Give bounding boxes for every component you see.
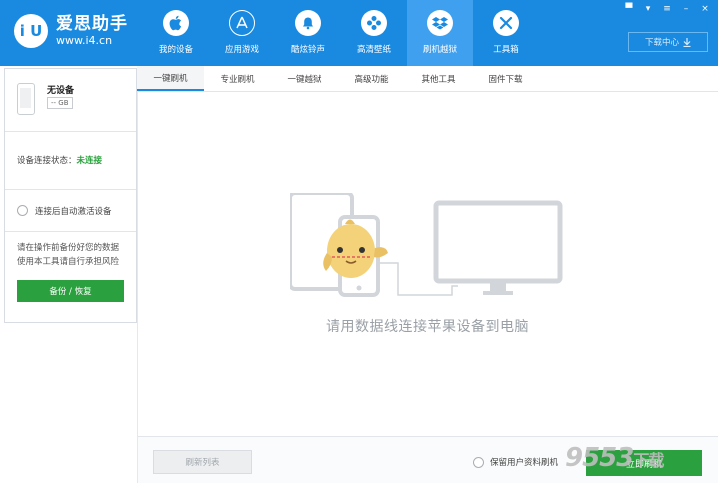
device-name: 无设备 xyxy=(47,86,75,96)
app-title: 爱思助手 xyxy=(56,14,128,34)
device-info: 无设备 -- GB xyxy=(5,69,136,132)
skin-icon[interactable]: ▾ xyxy=(643,3,653,15)
top-bar: i U 爱思助手 www.i4.cn 我的设备 应用游戏 酷炫铃声 高清壁纸 刷… xyxy=(0,0,718,66)
apple-icon xyxy=(163,10,189,36)
download-arrow-icon xyxy=(683,37,691,47)
device-sidebar: 无设备 -- GB 设备连接状态：未连接 连接后自动激活设备 请在操作前备份好您… xyxy=(4,68,137,323)
logo-badge: i U xyxy=(14,14,48,48)
nav-ringtones[interactable]: 酷炫铃声 xyxy=(275,0,341,66)
menu-icon[interactable]: ≡ xyxy=(662,3,672,15)
connection-status: 设备连接状态：未连接 xyxy=(5,132,136,190)
tab-other-tools[interactable]: 其他工具 xyxy=(405,66,472,91)
main-nav: 我的设备 应用游戏 酷炫铃声 高清壁纸 刷机越狱 工具箱 xyxy=(143,0,539,66)
nav-apps-games[interactable]: 应用游戏 xyxy=(209,0,275,66)
nav-my-device[interactable]: 我的设备 xyxy=(143,0,209,66)
device-capacity: -- GB xyxy=(47,97,73,109)
download-center-label: 下载中心 xyxy=(644,38,679,48)
site-watermark: 9553下载 xyxy=(565,443,664,473)
auto-activate-radio[interactable] xyxy=(17,205,28,216)
download-center-button[interactable]: 下载中心 xyxy=(628,32,708,52)
connect-device-illustration xyxy=(290,193,563,297)
tab-pro-flash[interactable]: 专业刷机 xyxy=(204,66,271,91)
dropbox-icon xyxy=(427,10,453,36)
app-url: www.i4.cn xyxy=(56,34,113,47)
backup-warning: 请在操作前备份好您的数据 使用本工具请自行承担风险 xyxy=(17,243,120,267)
connection-status-value: 未连接 xyxy=(76,156,103,166)
refresh-list-button[interactable]: 刷新列表 xyxy=(153,450,252,474)
nav-toolbox[interactable]: 工具箱 xyxy=(473,0,539,66)
connect-hint: 请用数据线连接苹果设备到电脑 xyxy=(326,319,529,335)
tab-advanced[interactable]: 高级功能 xyxy=(338,66,405,91)
window-controls: ▀ ▾ ≡ – × xyxy=(624,3,710,15)
message-icon[interactable]: ▀ xyxy=(624,3,634,15)
auto-activate-label: 连接后自动激活设备 xyxy=(35,206,112,217)
flash-tabs: 一键刷机 专业刷机 一键越狱 高级功能 其他工具 固件下载 xyxy=(137,66,718,92)
monitor-icon xyxy=(433,200,563,284)
tab-one-click-jailbreak[interactable]: 一键越狱 xyxy=(271,66,338,91)
app-store-icon xyxy=(229,10,255,36)
flower-icon xyxy=(361,10,387,36)
app-logo: i U 爱思助手 www.i4.cn xyxy=(14,14,128,48)
bell-icon xyxy=(295,10,321,36)
connection-status-label: 设备连接状态： xyxy=(17,156,77,166)
tab-firmware-download[interactable]: 固件下载 xyxy=(472,66,539,91)
close-icon[interactable]: × xyxy=(700,3,710,15)
nav-flash-jailbreak[interactable]: 刷机越狱 xyxy=(407,0,473,66)
phone-icon xyxy=(17,83,35,115)
backup-restore-button[interactable]: 备份 / 恢复 xyxy=(17,280,124,302)
keep-data-option[interactable]: 保留用户资料刷机 xyxy=(473,456,558,468)
tab-one-click-flash[interactable]: 一键刷机 xyxy=(137,66,204,91)
keep-data-radio[interactable] xyxy=(473,456,484,468)
tools-icon xyxy=(493,10,519,36)
keep-data-label: 保留用户资料刷机 xyxy=(490,458,559,468)
auto-activate-option[interactable]: 连接后自动激活设备 xyxy=(5,190,136,232)
nav-wallpapers[interactable]: 高清壁纸 xyxy=(341,0,407,66)
minimize-icon[interactable]: – xyxy=(681,3,691,15)
